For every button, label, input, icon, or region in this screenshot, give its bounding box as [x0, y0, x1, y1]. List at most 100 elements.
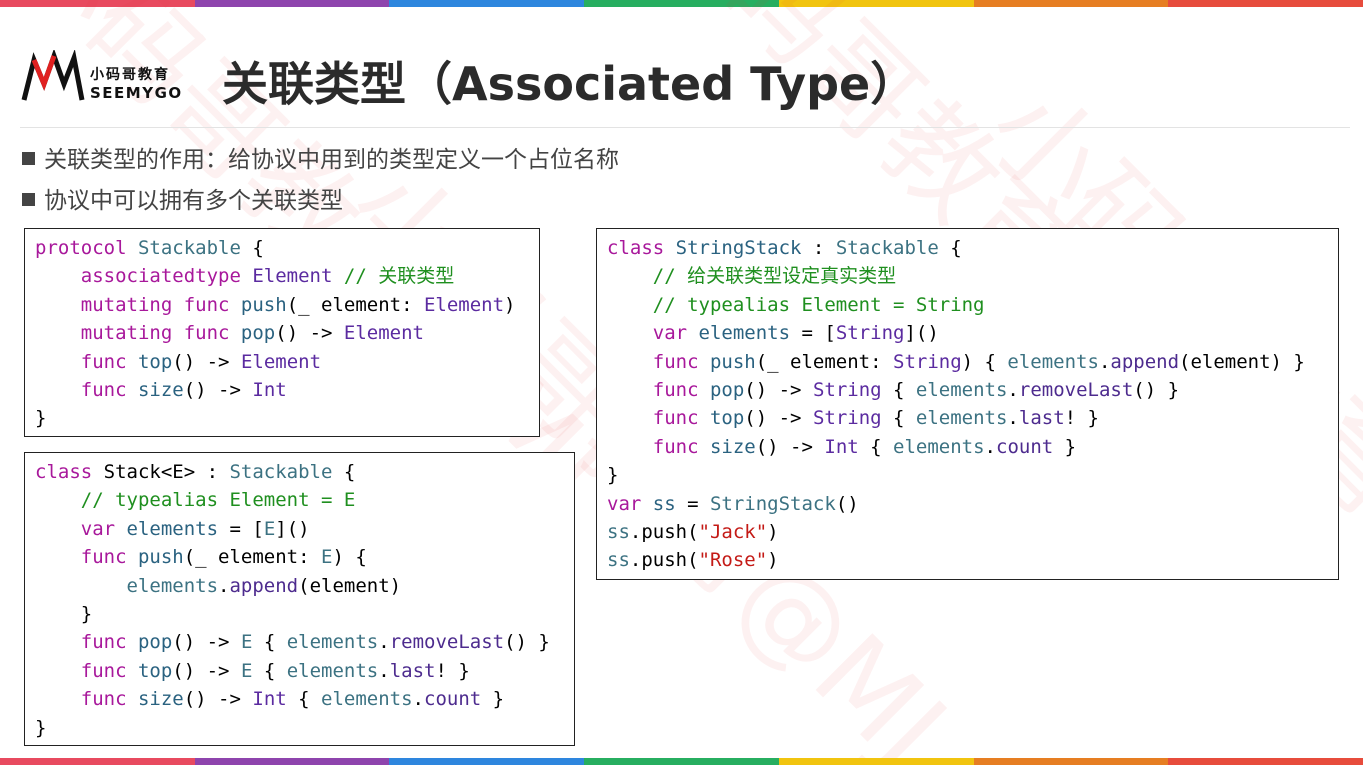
code-token: count	[424, 688, 482, 711]
code-line: }	[35, 404, 539, 432]
code-line: func pop() -> String { elements.removeLa…	[607, 376, 1338, 404]
code-token: Stackable	[137, 237, 241, 259]
protocol-code-block: protocol Stackable { associatedtype Elem…	[24, 228, 540, 437]
code-token: ss	[607, 521, 630, 544]
code-token: () ->	[744, 407, 813, 430]
code-token: Stackable	[835, 237, 939, 259]
code-line: // 给关联类型设定真实类型	[607, 262, 1338, 290]
code-line: var ss = StringStack()	[607, 490, 1338, 518]
brand-logo: 小码哥教育 SEEMYGO	[20, 48, 200, 106]
code-token: associatedtype	[80, 265, 253, 288]
code-token: E	[321, 546, 333, 569]
code-token: (_ element:	[286, 293, 424, 316]
code-token: // 给关联类型设定真实类型	[607, 265, 897, 288]
code-token: () ->	[744, 379, 813, 402]
code-token: elements	[915, 407, 1008, 430]
page-title: 关联类型（Associated Type）	[222, 57, 917, 111]
code-token: // 关联类型	[332, 265, 455, 288]
code-token: elements	[1007, 350, 1099, 373]
code-token: Stackable	[229, 461, 333, 483]
code-token: Element	[240, 350, 322, 373]
code-token: elements	[126, 517, 219, 540]
code-token: {	[938, 237, 962, 259]
code-token: }	[35, 603, 93, 626]
code-token: ) {	[961, 350, 1008, 373]
code-token: StringStack	[675, 237, 802, 259]
code-token: elements	[915, 379, 1008, 402]
code-token: () ->	[172, 659, 241, 682]
code-token: func	[652, 407, 710, 430]
code-token: count	[996, 435, 1054, 458]
code-token: (element)	[298, 574, 402, 597]
top-color-stripe	[0, 0, 1363, 7]
code-token: elements	[286, 631, 379, 654]
code-token: ss	[607, 549, 630, 572]
code-token: .	[378, 659, 390, 682]
code-token: func	[652, 350, 710, 373]
code-token: .	[984, 435, 996, 458]
code-token: E	[240, 659, 253, 682]
code-token: func	[80, 659, 138, 682]
bullet-square-icon	[22, 193, 35, 206]
stringstack-class-code-block: class StringStack : Stackable { // 给关联类型…	[596, 228, 1339, 580]
code-token: = [	[218, 517, 264, 540]
code-token: .push(	[629, 521, 699, 544]
code-line: class StringStack : Stackable {	[607, 234, 1338, 262]
logo-chinese-text: 小码哥教育	[90, 67, 170, 83]
code-token: func	[80, 350, 138, 373]
code-token: {	[252, 631, 287, 654]
code-token: {	[881, 407, 916, 430]
code-token: }	[607, 464, 619, 487]
code-token: ]()	[275, 517, 310, 540]
code-line: func top() -> String { elements.last! }	[607, 404, 1338, 432]
code-token: size	[137, 688, 184, 711]
code-line: elements.append(element)	[35, 572, 574, 600]
code-token: var	[607, 492, 653, 515]
code-token: removeLast	[1018, 379, 1134, 402]
code-token: top	[137, 659, 173, 682]
logo-english-text: SEEMYGO	[90, 84, 183, 102]
code-token: }	[481, 688, 505, 711]
code-token: ! }	[1064, 407, 1099, 430]
code-token: func	[80, 379, 138, 402]
code-token: (_ element:	[755, 350, 894, 373]
code-line: class Stack<E> : Stackable {	[35, 458, 574, 486]
code-token: var	[652, 322, 699, 345]
code-token: elements	[126, 574, 219, 597]
bullet-text: 协议中可以拥有多个关联类型	[44, 188, 343, 214]
code-token: {	[240, 237, 264, 259]
code-token: pop	[137, 631, 173, 654]
code-token: (element) }	[1179, 350, 1305, 373]
code-token: {	[881, 379, 916, 402]
code-token: push	[709, 350, 756, 373]
code-token: size	[709, 435, 756, 458]
code-token: top	[137, 350, 173, 373]
code-token: String	[835, 322, 905, 345]
code-line: ss.push("Jack")	[607, 518, 1338, 546]
code-token: ()	[835, 492, 859, 515]
code-token: .push(	[629, 549, 699, 572]
code-token: () ->	[172, 631, 241, 654]
code-token: var	[80, 517, 127, 540]
code-line: func size() -> Int { elements.count }	[35, 685, 574, 713]
code-line: func push(_ element: E) {	[35, 543, 574, 571]
code-token: () }	[1133, 379, 1180, 402]
code-token: push	[137, 546, 184, 569]
code-token: Int	[824, 435, 859, 458]
code-token: mutating func	[80, 293, 241, 316]
code-token: () ->	[183, 379, 253, 402]
code-token: String	[812, 407, 882, 430]
code-token: class	[35, 461, 104, 483]
code-line: ss.push("Rose")	[607, 546, 1338, 574]
code-token: push	[240, 293, 287, 316]
code-token: :	[195, 461, 230, 483]
code-line: func top() -> Element	[35, 348, 539, 376]
code-token: .	[412, 688, 424, 711]
